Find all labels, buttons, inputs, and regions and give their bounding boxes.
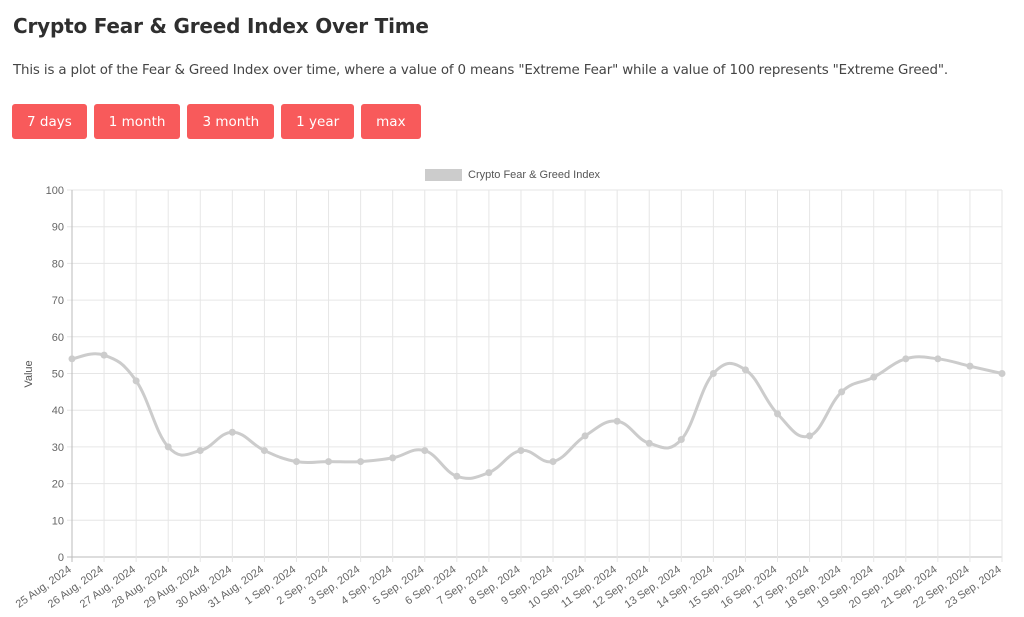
data-point[interactable]: [581, 432, 589, 440]
y-tick-label: 50: [52, 369, 64, 381]
data-point[interactable]: [677, 436, 685, 444]
y-axis-title: Value: [23, 360, 35, 387]
data-point[interactable]: [453, 472, 461, 480]
x-axis-ticks: 25 Aug, 202426 Aug, 202427 Aug, 202428 A…: [14, 564, 1004, 611]
range-3-month-button[interactable]: 3 month: [187, 104, 275, 139]
data-point[interactable]: [645, 439, 653, 447]
data-point[interactable]: [228, 428, 236, 436]
data-point[interactable]: [774, 410, 782, 418]
y-tick-label: 60: [52, 332, 64, 344]
data-point[interactable]: [68, 355, 76, 363]
y-tick-label: 40: [52, 405, 64, 417]
y-tick-label: 0: [58, 552, 64, 564]
y-tick-label: 70: [52, 295, 64, 307]
range-1-month-button[interactable]: 1 month: [93, 104, 181, 139]
chart-legend[interactable]: Crypto Fear & Greed Index: [425, 169, 601, 181]
data-point[interactable]: [292, 458, 300, 466]
data-point[interactable]: [998, 370, 1006, 377]
data-point[interactable]: [934, 355, 942, 363]
legend-swatch: [425, 169, 462, 181]
data-point[interactable]: [421, 447, 429, 455]
y-tick-label: 80: [52, 258, 64, 270]
x-tick-label: 23 Sep, 2024: [943, 564, 1003, 611]
series-points: [68, 351, 1006, 480]
range-7-days-button[interactable]: 7 days: [12, 104, 87, 139]
y-tick-label: 100: [46, 185, 64, 197]
data-point[interactable]: [100, 351, 108, 359]
range-1-year-button[interactable]: 1 year: [281, 104, 355, 139]
y-tick-label: 10: [52, 515, 64, 527]
chart-grid: [67, 189, 1003, 562]
series-line-group: [71, 352, 1003, 480]
legend-label: Crypto Fear & Greed Index: [468, 169, 601, 181]
data-point[interactable]: [741, 366, 749, 374]
data-point[interactable]: [485, 469, 493, 477]
data-point[interactable]: [966, 362, 974, 370]
data-point[interactable]: [902, 355, 910, 363]
time-range-buttons: 7 days 1 month 3 month 1 year max: [12, 104, 421, 139]
y-axis-ticks: 0 10 20 30 40 50 60 70 80 90 100: [46, 185, 64, 564]
y-tick-label: 20: [52, 479, 64, 491]
data-point[interactable]: [870, 373, 878, 381]
data-point[interactable]: [709, 370, 717, 377]
range-max-button[interactable]: max: [361, 104, 421, 139]
series-line: [71, 352, 1003, 480]
data-point[interactable]: [325, 458, 333, 466]
data-point[interactable]: [196, 447, 204, 455]
data-point[interactable]: [132, 377, 140, 385]
fear-greed-chart: 0 10 20 30 40 50 60 70 80 90 100 25 Aug, 202426 Au…: [14, 169, 1006, 611]
data-point[interactable]: [549, 458, 557, 466]
data-point[interactable]: [838, 388, 846, 396]
data-point[interactable]: [517, 447, 525, 455]
data-point[interactable]: [806, 432, 814, 440]
data-point[interactable]: [389, 454, 397, 462]
data-point[interactable]: [260, 447, 268, 455]
y-tick-label: 90: [52, 222, 64, 234]
data-point[interactable]: [357, 458, 365, 466]
data-point[interactable]: [613, 417, 621, 425]
y-tick-label: 30: [52, 442, 64, 454]
data-point[interactable]: [164, 443, 172, 451]
page-title: Crypto Fear & Greed Index Over Time: [13, 14, 429, 38]
page-description: This is a plot of the Fear & Greed Index…: [13, 63, 948, 78]
